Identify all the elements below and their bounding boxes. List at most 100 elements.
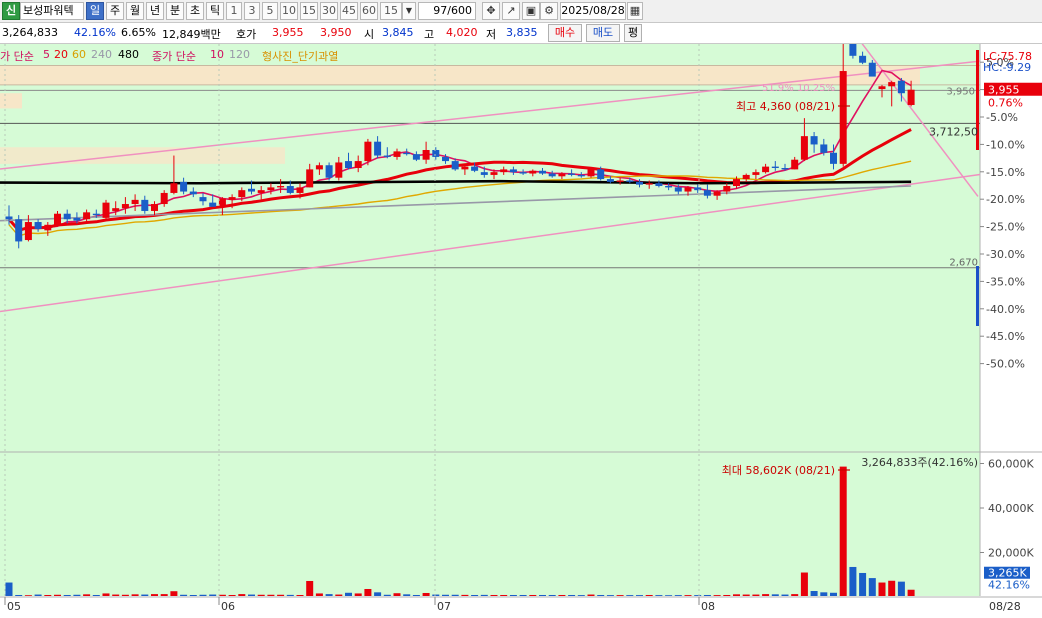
volume-bar <box>713 595 721 596</box>
count-input[interactable]: 97/600 <box>418 2 476 20</box>
candle-body <box>199 197 207 202</box>
candle-body <box>762 166 770 173</box>
eval-button[interactable]: 평 <box>624 24 642 42</box>
candle-body <box>684 187 692 192</box>
candle-body <box>345 161 352 169</box>
price-tick-label: -40.0% <box>986 303 1025 316</box>
gear-icon[interactable]: ⚙ <box>540 2 558 20</box>
price-volume-chart[interactable]: 10.0%5.0%0%-5.0%-10.0%-15.0%-20.0%-25.0%… <box>0 44 1042 618</box>
legend-ma480: 480 <box>118 48 139 61</box>
candle-body <box>83 212 91 220</box>
tab-daily[interactable]: 일 <box>86 2 104 20</box>
volume-bar <box>859 572 867 596</box>
price-tick-label: -45.0% <box>986 330 1025 343</box>
high-price: 4,020 <box>446 26 478 39</box>
support-band <box>0 147 285 164</box>
interval-10[interactable]: 10 <box>280 2 298 20</box>
volume-bar <box>539 594 546 596</box>
candle-body <box>703 190 711 196</box>
volume-bar <box>218 594 226 596</box>
candle-body <box>655 183 663 187</box>
interval-3[interactable]: 3 <box>244 2 260 20</box>
tab-yearly[interactable]: 년 <box>146 2 164 20</box>
sell-button[interactable]: 매도 <box>586 24 620 42</box>
resistance-band-left <box>0 93 22 109</box>
candle-body <box>102 202 110 218</box>
volume-bar <box>5 582 13 596</box>
candle-body <box>432 149 440 157</box>
current-price-label: 3,955 <box>988 84 1020 97</box>
candle-body <box>568 173 576 175</box>
volume-bar <box>403 594 411 596</box>
candle-body <box>519 172 527 174</box>
volume-bar <box>383 594 391 596</box>
candle-body <box>500 169 508 173</box>
draw-tool-icon[interactable]: ↗ <box>502 2 520 20</box>
legend-pattern: 형사진_단기과열 <box>262 50 339 63</box>
candle-body <box>296 187 304 193</box>
date-input[interactable]: 2025/08/28 <box>560 2 626 20</box>
candle-body <box>209 202 217 207</box>
save-icon[interactable]: ▣ <box>522 2 540 20</box>
price-tick-label: -10.0% <box>986 138 1025 151</box>
interval-select[interactable]: 15 <box>380 2 402 20</box>
candle-body <box>267 187 275 191</box>
candle-body <box>180 181 188 192</box>
volume-bar <box>733 594 740 596</box>
volume-bar <box>121 594 129 596</box>
volume-bar <box>723 594 731 596</box>
buy-button[interactable]: 매수 <box>548 24 582 42</box>
interval-1[interactable]: 1 <box>226 2 242 20</box>
volume-bar <box>878 582 886 596</box>
volume-current-pct: 42.16% <box>988 579 1030 592</box>
volume-bar <box>674 595 682 596</box>
volume-bar <box>587 594 595 596</box>
volume-bar <box>907 589 915 596</box>
calendar-icon[interactable]: ▦ <box>627 2 643 20</box>
tab-second[interactable]: 초 <box>186 2 204 20</box>
legend-ma5: 5 <box>43 48 50 61</box>
legend-price-ma-label: 가 단순 <box>0 50 34 63</box>
tab-minute[interactable]: 분 <box>166 2 184 20</box>
crosshair-icon[interactable]: ✥ <box>482 2 500 20</box>
tab-tick[interactable]: 틱 <box>206 2 224 20</box>
interval-60[interactable]: 60 <box>360 2 378 20</box>
volume-bar <box>277 594 285 596</box>
volume-bar <box>490 594 498 596</box>
turnover-pct: 42.16% <box>74 26 116 39</box>
volume-bar <box>335 594 343 596</box>
volume-bar <box>655 595 663 596</box>
tab-weekly[interactable]: 주 <box>106 2 124 20</box>
interval-15[interactable]: 15 <box>300 2 318 20</box>
volume-bar <box>694 595 702 596</box>
volume-bar <box>63 594 71 596</box>
change-pct: 6.65% <box>121 26 156 39</box>
tab-monthly[interactable]: 월 <box>126 2 144 20</box>
volume-bar <box>606 595 614 596</box>
price-tick-label: -20.0% <box>986 193 1025 206</box>
candle-body <box>63 213 71 220</box>
chevron-down-icon[interactable]: ▼ <box>402 2 416 20</box>
stock-name-field[interactable]: 보성파워텍 <box>20 2 84 20</box>
volume-bar <box>645 594 653 596</box>
volume-bar <box>684 595 692 596</box>
candle-body <box>733 179 740 187</box>
volume-bar <box>888 580 896 596</box>
volume-tick-label: 60,000K <box>988 458 1034 471</box>
volume-bar <box>548 594 556 596</box>
volume-bar <box>529 594 537 596</box>
interval-45[interactable]: 45 <box>340 2 358 20</box>
high-label: 고 <box>424 28 435 41</box>
app-logo-icon: 신 <box>2 2 20 20</box>
current-pct-label: 0.76% <box>988 97 1023 110</box>
volume-tick-label: 40,000K <box>988 502 1034 515</box>
candle-body <box>820 144 828 153</box>
interval-30[interactable]: 30 <box>320 2 338 20</box>
volume-bar <box>180 594 188 596</box>
interval-5[interactable]: 5 <box>262 2 278 20</box>
volume-bar <box>480 594 488 596</box>
volume-bar <box>112 594 120 596</box>
x-axis-bg <box>0 597 1042 618</box>
candle-body <box>218 198 226 207</box>
price-tick-label: -5.0% <box>986 111 1018 124</box>
